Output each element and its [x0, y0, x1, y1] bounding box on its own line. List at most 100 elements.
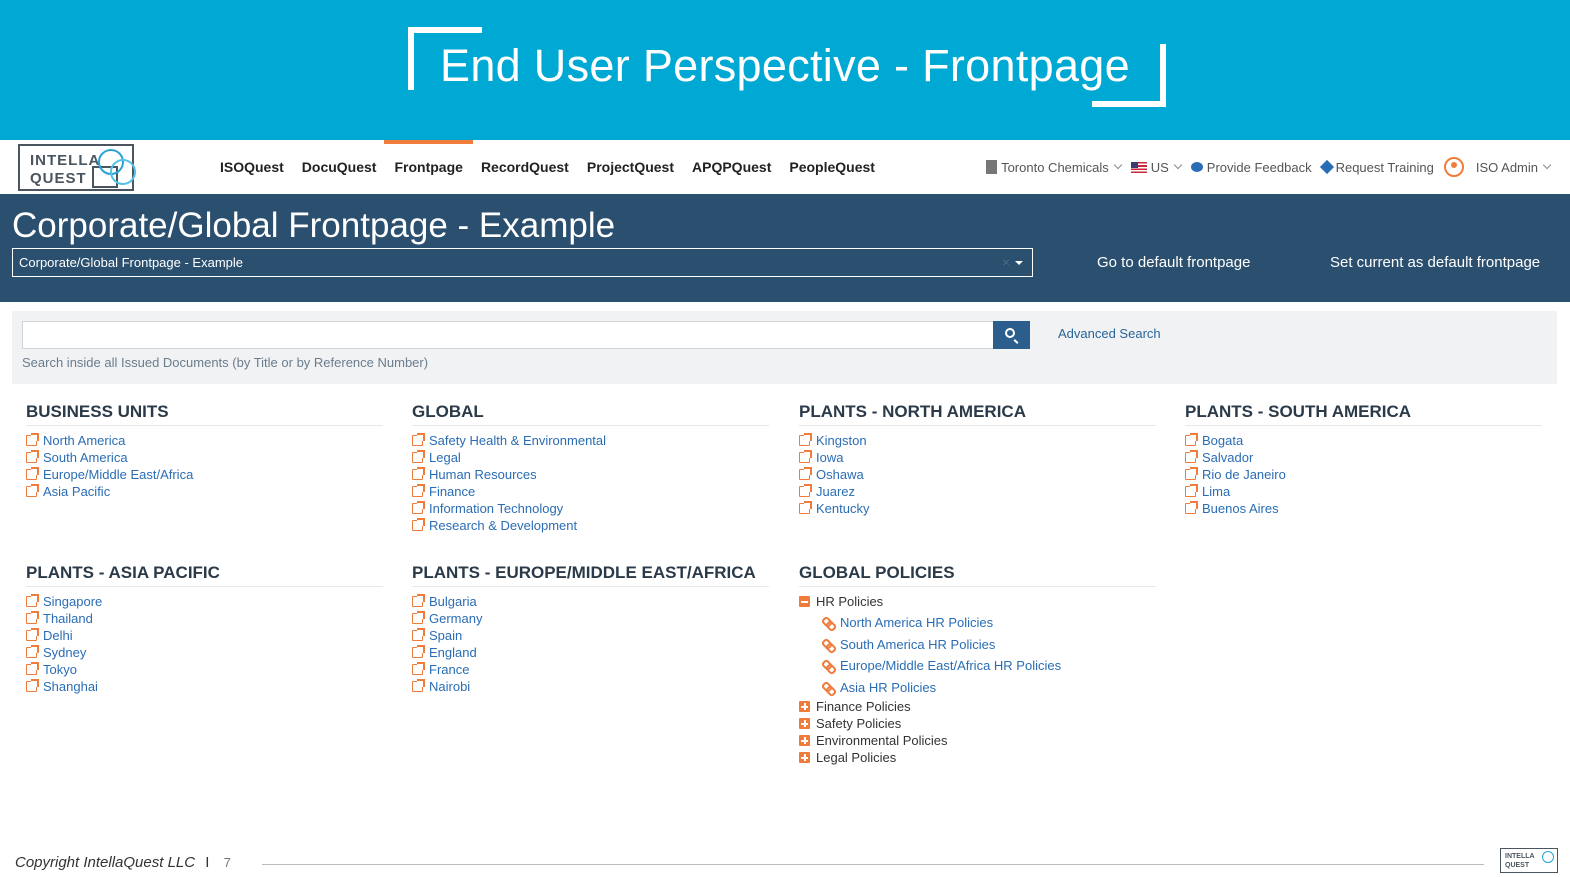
list-item[interactable]: Kentucky — [799, 500, 1156, 517]
tree-child-link[interactable]: Europe/Middle East/Africa HR Policies — [799, 655, 1156, 677]
external-link-icon — [799, 484, 812, 497]
search-input[interactable] — [22, 321, 994, 349]
frontpage-select-value: Corporate/Global Frontpage - Example — [19, 255, 244, 270]
search-button[interactable] — [993, 321, 1030, 349]
list-item[interactable]: Legal — [412, 449, 769, 466]
list-item[interactable]: Oshawa — [799, 466, 1156, 483]
list-item[interactable]: Safety Health & Environmental — [412, 432, 769, 449]
list-item[interactable]: Finance — [412, 483, 769, 500]
section-global: GLOBAL Safety Health & Environmental Leg… — [412, 400, 769, 534]
list-item[interactable]: Information Technology — [412, 500, 769, 517]
list-item[interactable]: Juarez — [799, 483, 1156, 500]
search-icon — [1005, 328, 1015, 338]
expand-icon[interactable] — [799, 752, 810, 763]
list-item[interactable]: Germany — [412, 610, 769, 627]
list-item[interactable]: Europe/Middle East/Africa — [26, 466, 383, 483]
list-item[interactable]: Bogata — [1185, 432, 1542, 449]
advanced-search-link[interactable]: Advanced Search — [1058, 326, 1161, 341]
list-item[interactable]: England — [412, 644, 769, 661]
section-title: PLANTS - ASIA PACIFIC — [26, 561, 383, 587]
list-item[interactable]: France — [412, 661, 769, 678]
menu-item-docuquest[interactable]: DocuQuest — [293, 140, 386, 194]
intellaquest-logo[interactable]: INTELLA QUEST — [18, 144, 136, 191]
menu-item-frontpage[interactable]: Frontpage — [384, 140, 474, 194]
go-to-default-button[interactable]: Go to default frontpage — [1097, 254, 1250, 271]
list-item[interactable]: Spain — [412, 627, 769, 644]
main-menu: ISOQuest DocuQuest Frontpage RecordQuest… — [211, 140, 884, 194]
link-label: Information Technology — [429, 501, 564, 516]
list-item[interactable]: North America — [26, 432, 383, 449]
building-icon — [986, 160, 998, 174]
link-label: North America HR Policies — [840, 615, 994, 631]
tree-node-finance-policies[interactable]: Finance Policies — [799, 698, 1156, 715]
link-label: Bulgaria — [429, 594, 477, 609]
external-link-icon — [412, 518, 425, 531]
list-item[interactable]: Singapore — [26, 593, 383, 610]
list-item[interactable]: South America — [26, 449, 383, 466]
list-item[interactable]: Sydney — [26, 644, 383, 661]
collapse-icon[interactable] — [799, 596, 810, 607]
list-item[interactable]: Rio de Janeiro — [1185, 466, 1542, 483]
menu-item-projectquest[interactable]: ProjectQuest — [578, 140, 683, 194]
frontpage-select[interactable]: Corporate/Global Frontpage - Example × — [12, 248, 1033, 277]
list-item[interactable]: Salvador — [1185, 449, 1542, 466]
link-label: South America — [43, 450, 128, 465]
set-default-button[interactable]: Set current as default frontpage — [1330, 254, 1540, 271]
footer-divider — [262, 864, 1484, 865]
list-item[interactable]: Human Resources — [412, 466, 769, 483]
link-label: Kentucky — [816, 501, 870, 516]
menu-item-peoplequest[interactable]: PeopleQuest — [780, 140, 884, 194]
user-menu[interactable]: ISO Admin — [1443, 157, 1552, 177]
copyright-text: Copyright IntellaQuest LLC — [15, 854, 196, 871]
link-label: Salvador — [1202, 450, 1254, 465]
provide-feedback-link[interactable]: Provide Feedback — [1190, 160, 1312, 175]
menu-item-isoquest[interactable]: ISOQuest — [211, 140, 293, 194]
list-item[interactable]: Kingston — [799, 432, 1156, 449]
external-link-icon — [1185, 450, 1198, 463]
list-item[interactable]: Nairobi — [412, 678, 769, 695]
page-title: Corporate/Global Frontpage - Example — [12, 206, 616, 245]
logo-circle — [110, 159, 136, 185]
tree-node-label: Environmental Policies — [816, 733, 948, 748]
tree-node-safety-policies[interactable]: Safety Policies — [799, 715, 1156, 732]
locale-selector[interactable]: US — [1130, 160, 1183, 175]
tree-child-link[interactable]: North America HR Policies — [799, 612, 1156, 634]
tree-node-environmental-policies[interactable]: Environmental Policies — [799, 732, 1156, 749]
tree-child-link[interactable]: South America HR Policies — [799, 634, 1156, 656]
list-item[interactable]: Lima — [1185, 483, 1542, 500]
link-label: Tokyo — [43, 662, 77, 677]
list-item[interactable]: Research & Development — [412, 517, 769, 534]
external-link-icon — [412, 501, 425, 514]
request-training-link[interactable]: Request Training — [1319, 160, 1434, 175]
footer-separator: I — [205, 854, 210, 871]
link-label: Shanghai — [43, 679, 98, 694]
expand-icon[interactable] — [799, 718, 810, 729]
tree-node-hr-policies[interactable]: HR Policies — [799, 593, 1156, 610]
list-item[interactable]: Buenos Aires — [1185, 500, 1542, 517]
menu-item-recordquest[interactable]: RecordQuest — [472, 140, 578, 194]
slide-banner: End User Perspective - Frontpage — [0, 0, 1570, 140]
company-selector[interactable]: Toronto Chemicals — [986, 160, 1122, 175]
list-item[interactable]: Shanghai — [26, 678, 383, 695]
list-item[interactable]: Delhi — [26, 627, 383, 644]
list-item[interactable]: Iowa — [799, 449, 1156, 466]
expand-icon[interactable] — [799, 701, 810, 712]
menu-item-apqpquest[interactable]: APQPQuest — [683, 140, 780, 194]
user-avatar-icon — [1443, 157, 1464, 177]
list-item[interactable]: Tokyo — [26, 661, 383, 678]
list-item[interactable]: Bulgaria — [412, 593, 769, 610]
link-label: Buenos Aires — [1202, 501, 1279, 516]
link-label: Human Resources — [429, 467, 537, 482]
clear-icon[interactable]: × — [1002, 249, 1010, 276]
tree-child-link[interactable]: Asia HR Policies — [799, 677, 1156, 699]
tree-node-legal-policies[interactable]: Legal Policies — [799, 749, 1156, 766]
list-item[interactable]: Thailand — [26, 610, 383, 627]
external-link-icon — [412, 467, 425, 480]
link-label: Lima — [1202, 484, 1231, 499]
link-label: Delhi — [43, 628, 73, 643]
list-item[interactable]: Asia Pacific — [26, 483, 383, 500]
expand-icon[interactable] — [799, 735, 810, 746]
external-link-icon — [1185, 501, 1198, 514]
caret-down-icon[interactable] — [1015, 261, 1023, 265]
external-link-icon — [1185, 467, 1198, 480]
